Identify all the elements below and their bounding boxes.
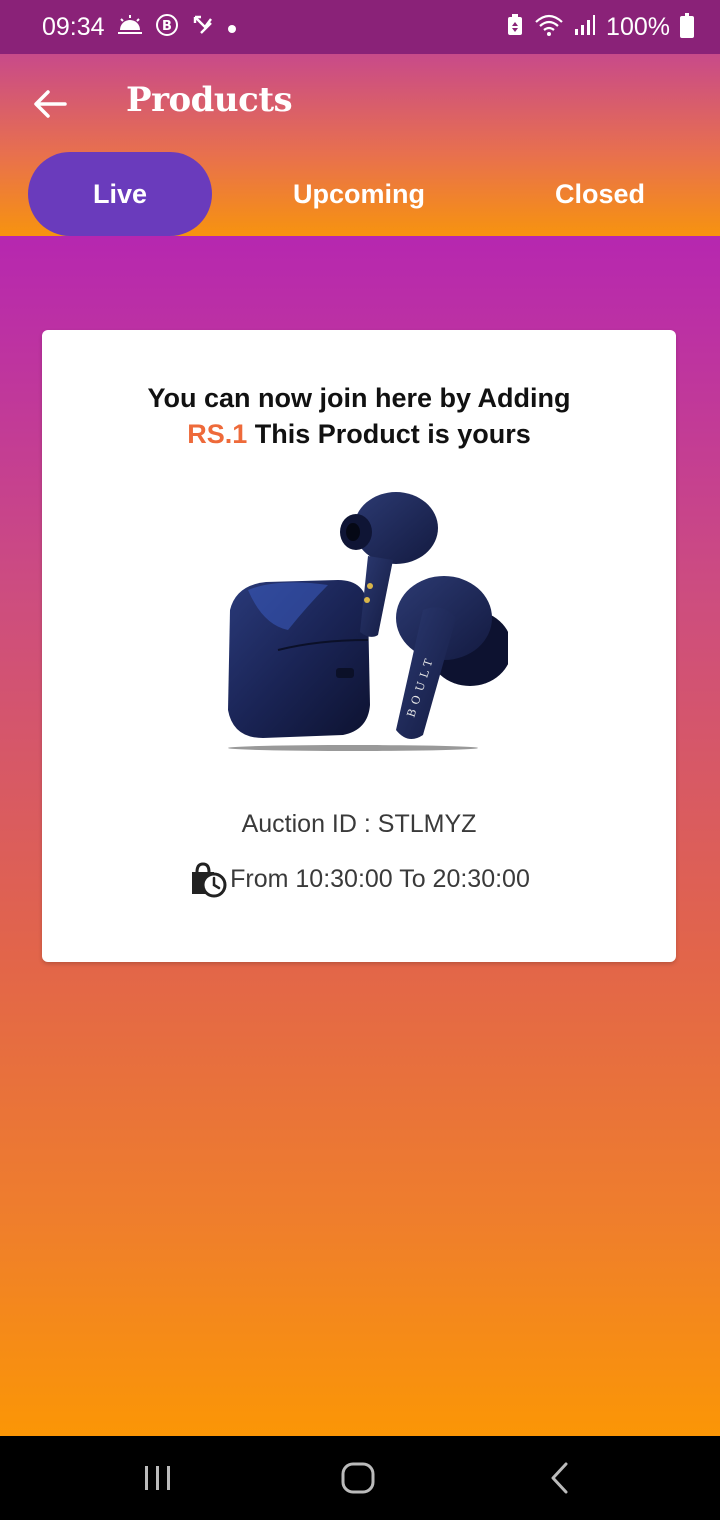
weather-icon [117,14,143,40]
headline-line1: You can now join here by Adding [147,383,571,413]
nav-back-button[interactable] [530,1454,590,1502]
content-area: You can now join here by Adding RS.1 Thi… [0,236,720,1436]
tab-live[interactable]: Live [28,152,212,236]
battery-percentage: 100% [606,12,670,41]
auction-id: Auction ID : STLMYZ [241,810,477,838]
card-headline: You can now join here by Adding RS.1 Thi… [42,380,676,452]
home-button[interactable] [328,1454,388,1502]
recent-apps-icon [145,1466,170,1490]
back-button[interactable] [28,82,72,126]
recent-apps-button[interactable] [128,1454,188,1502]
tab-closed[interactable]: Closed [530,152,670,236]
dot-icon [227,16,237,38]
wifi-icon [534,13,564,41]
battery-icon [680,13,694,38]
back-icon [551,1462,568,1494]
product-card[interactable]: You can now join here by Adding RS.1 Thi… [42,330,676,962]
price-text: RS.1 [187,419,248,449]
tab-upcoming[interactable]: Upcoming [262,152,456,236]
bag-clock-icon [192,862,227,898]
earbuds-image: BOULT [228,492,508,751]
svg-text:B: B [162,19,172,34]
missed-call-icon [191,13,215,41]
status-time: 09:34 [42,12,105,41]
page-title: Products [126,80,293,120]
status-right: 100% [506,13,694,42]
status-left: 09:34 B [42,13,237,42]
system-nav-bar [0,1436,720,1520]
battery-saver-icon [506,13,524,41]
home-icon [341,1462,375,1494]
tab-bar: Live Upcoming Closed [0,152,720,236]
headline-line2-rest: This Product is yours [247,419,531,449]
b-icon: B [155,13,179,41]
headline-line2: RS.1 This Product is yours [42,416,676,452]
arrow-left-icon [34,90,67,118]
signal-icon [574,14,596,40]
app-header: Products Live Upcoming Closed [0,54,720,236]
status-bar: 09:34 B 100% [0,0,720,54]
auction-time-text: From 10:30:00 To 20:30:00 [230,864,530,893]
auction-time-row: From 10:30:00 To 20:30:00 [42,860,676,898]
